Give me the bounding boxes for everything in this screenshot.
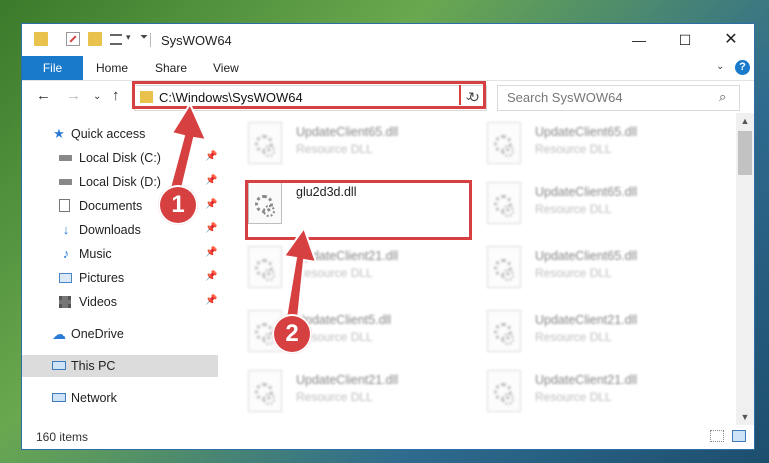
arrow-2 <box>282 225 318 319</box>
arrow-1 <box>168 101 208 189</box>
annotation-arrows <box>168 101 318 319</box>
step-2-callout: 2 <box>272 314 312 354</box>
step-1-callout: 1 <box>158 185 198 225</box>
